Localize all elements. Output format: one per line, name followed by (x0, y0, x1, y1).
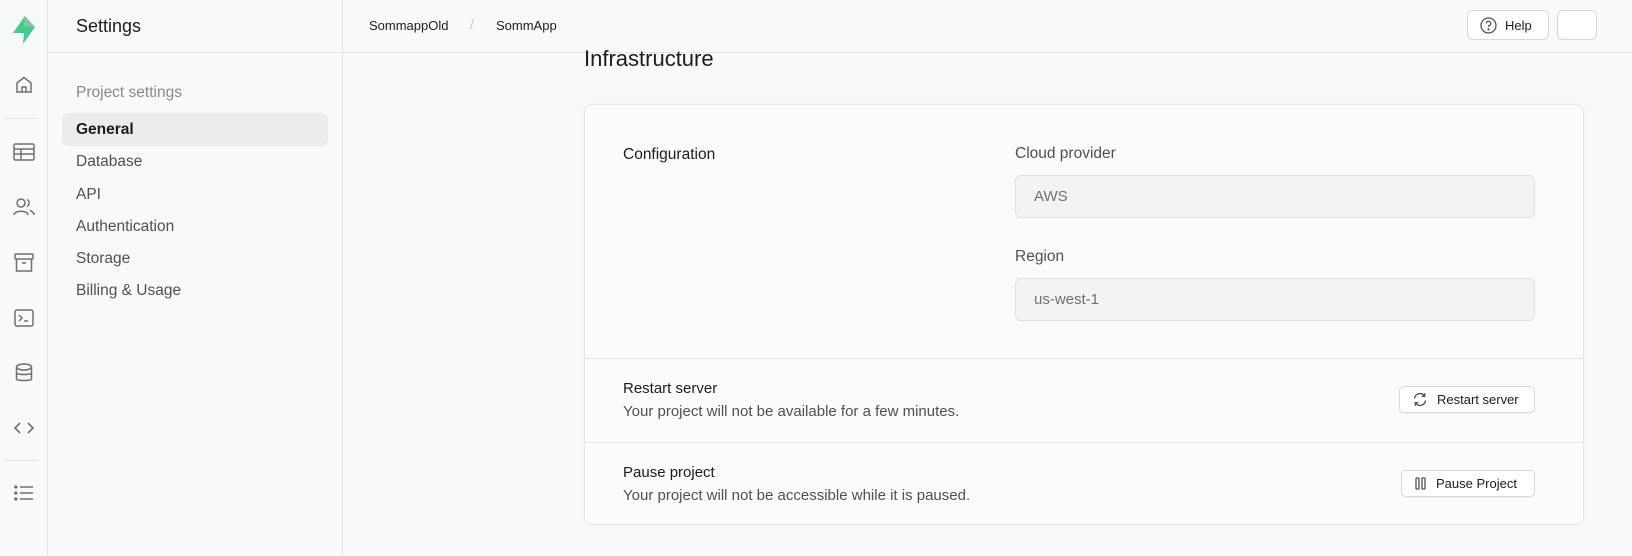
users-icon[interactable] (4, 187, 44, 227)
supabase-logo-icon[interactable] (4, 10, 44, 50)
rail-divider (4, 118, 38, 119)
table-editor-icon[interactable] (4, 132, 44, 172)
help-button[interactable]: Help (1467, 10, 1549, 40)
menu-item-api[interactable]: API (62, 178, 328, 211)
rail-divider (4, 460, 38, 461)
list-icon[interactable] (4, 473, 44, 513)
cloud-provider-field[interactable]: AWS (1015, 175, 1535, 218)
storage-archive-icon[interactable] (4, 242, 44, 282)
app-window: Settings Project settings General Databa… (0, 0, 1632, 556)
breadcrumb-separator: / (470, 16, 474, 32)
menu-section-label: Project settings (76, 84, 182, 101)
card-divider (585, 442, 1583, 443)
pause-icon (1414, 477, 1427, 490)
restart-server-button[interactable]: Restart server (1399, 386, 1535, 413)
pause-project-title: Pause project (623, 464, 715, 481)
toolbar-overflow-button[interactable] (1557, 10, 1597, 40)
pause-project-button-label: Pause Project (1436, 476, 1517, 491)
configuration-label: Configuration (623, 146, 716, 163)
infrastructure-card: Configuration Cloud provider AWS Region … (584, 104, 1584, 525)
breadcrumb-project[interactable]: SommApp (496, 18, 557, 33)
region-field[interactable]: us-west-1 (1015, 278, 1535, 321)
terminal-icon[interactable] (4, 298, 44, 338)
menu-title: Settings (48, 0, 342, 53)
help-button-label: Help (1505, 17, 1532, 33)
pause-project-description: Your project will not be accessible whil… (623, 487, 971, 504)
database-icon[interactable] (4, 353, 44, 393)
home-icon[interactable] (4, 65, 44, 105)
card-divider (585, 358, 1583, 359)
restart-server-button-label: Restart server (1437, 392, 1519, 407)
breadcrumb-organization[interactable]: SommappOld (369, 18, 448, 33)
help-circle-icon (1480, 16, 1497, 34)
settings-menu: Settings Project settings General Databa… (48, 0, 343, 556)
cloud-provider-label: Cloud provider (1015, 145, 1116, 162)
code-icon[interactable] (4, 408, 44, 448)
region-label: Region (1015, 248, 1065, 265)
refresh-icon (1412, 392, 1428, 407)
menu-item-authentication[interactable]: Authentication (62, 210, 328, 243)
restart-server-description: Your project will not be available for a… (623, 403, 960, 420)
menu-item-general[interactable]: General (62, 113, 328, 146)
icon-rail (0, 0, 48, 556)
top-bar: SommappOld / SommApp Help (343, 0, 1632, 53)
restart-server-title: Restart server (623, 380, 718, 397)
page-title: Infrastructure (584, 46, 714, 71)
menu-item-billing-usage[interactable]: Billing & Usage (62, 274, 328, 307)
menu-item-storage[interactable]: Storage (62, 242, 328, 275)
pause-project-button[interactable]: Pause Project (1401, 470, 1535, 497)
menu-item-database[interactable]: Database (62, 145, 328, 178)
